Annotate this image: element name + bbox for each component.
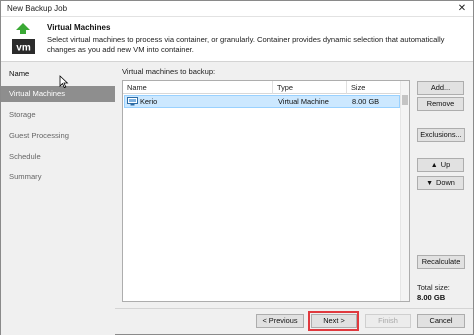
nav-item-summary[interactable]: Summary — [1, 169, 115, 185]
remove-button[interactable]: Remove — [417, 97, 464, 111]
logo-text: vm — [16, 43, 31, 54]
down-button[interactable]: ▼ Down — [417, 176, 464, 190]
nav-item-storage[interactable]: Storage — [1, 107, 115, 123]
down-button-label: Down — [436, 178, 455, 187]
column-header-type[interactable]: Type — [273, 81, 347, 94]
arrow-down-icon: ▼ — [426, 180, 434, 187]
column-header-name[interactable]: Name — [123, 81, 273, 94]
vm-list-label: Virtual machines to backup: — [122, 67, 216, 76]
title-bar: New Backup Job ✕ — [1, 1, 473, 17]
exclusions-button[interactable]: Exclusions... — [417, 128, 465, 142]
nav-item-virtual-machines[interactable]: Virtual Machines — [1, 86, 115, 102]
page-description: Select virtual machines to process via c… — [47, 35, 445, 54]
next-button-highlight — [308, 311, 359, 331]
footer-divider — [115, 308, 473, 309]
nav-item-guest-processing[interactable]: Guest Processing — [1, 128, 115, 144]
wizard-steps-nav: Name Virtual Machines Storage Guest Proc… — [1, 63, 115, 335]
previous-button[interactable]: < Previous — [256, 314, 304, 328]
vm-size-cell: 8.00 GB — [352, 97, 380, 106]
scrollbar-thumb[interactable] — [402, 95, 408, 105]
vm-table-scrollbar[interactable] — [400, 81, 409, 301]
up-button-label: Up — [440, 160, 451, 169]
mouse-cursor-icon — [59, 75, 69, 89]
finish-button: Finish — [365, 314, 411, 328]
cancel-button[interactable]: Cancel — [417, 314, 465, 328]
vm-table[interactable]: Name Type Size Kerio Virtual Machine 8.0… — [122, 80, 410, 302]
add-button[interactable]: Add... — [417, 81, 464, 95]
vm-logo-icon: vm — [12, 23, 35, 54]
virtual-machine-icon — [127, 97, 138, 106]
page-title: Virtual Machines — [47, 23, 111, 32]
new-backup-job-window: New Backup Job ✕ vm Virtual Machines Sel… — [0, 0, 474, 335]
table-row[interactable]: Kerio Virtual Machine 8.00 GB — [124, 95, 400, 108]
nav-item-name[interactable]: Name — [1, 66, 115, 82]
up-button[interactable]: ▲ Up — [417, 158, 464, 172]
total-size-label: Total size: — [417, 283, 450, 292]
recalculate-button[interactable]: Recalculate — [417, 255, 465, 269]
close-icon[interactable]: ✕ — [455, 2, 469, 15]
wizard-header: vm Virtual Machines Select virtual machi… — [1, 17, 473, 62]
window-title: New Backup Job — [7, 4, 68, 13]
total-size-value: 8.00 GB — [417, 293, 446, 302]
column-header-size[interactable]: Size — [347, 81, 401, 94]
vm-type-cell: Virtual Machine — [278, 97, 329, 106]
arrow-up-icon: ▲ — [430, 162, 438, 169]
nav-item-schedule[interactable]: Schedule — [1, 149, 115, 165]
vm-name-cell: Kerio — [140, 97, 158, 106]
